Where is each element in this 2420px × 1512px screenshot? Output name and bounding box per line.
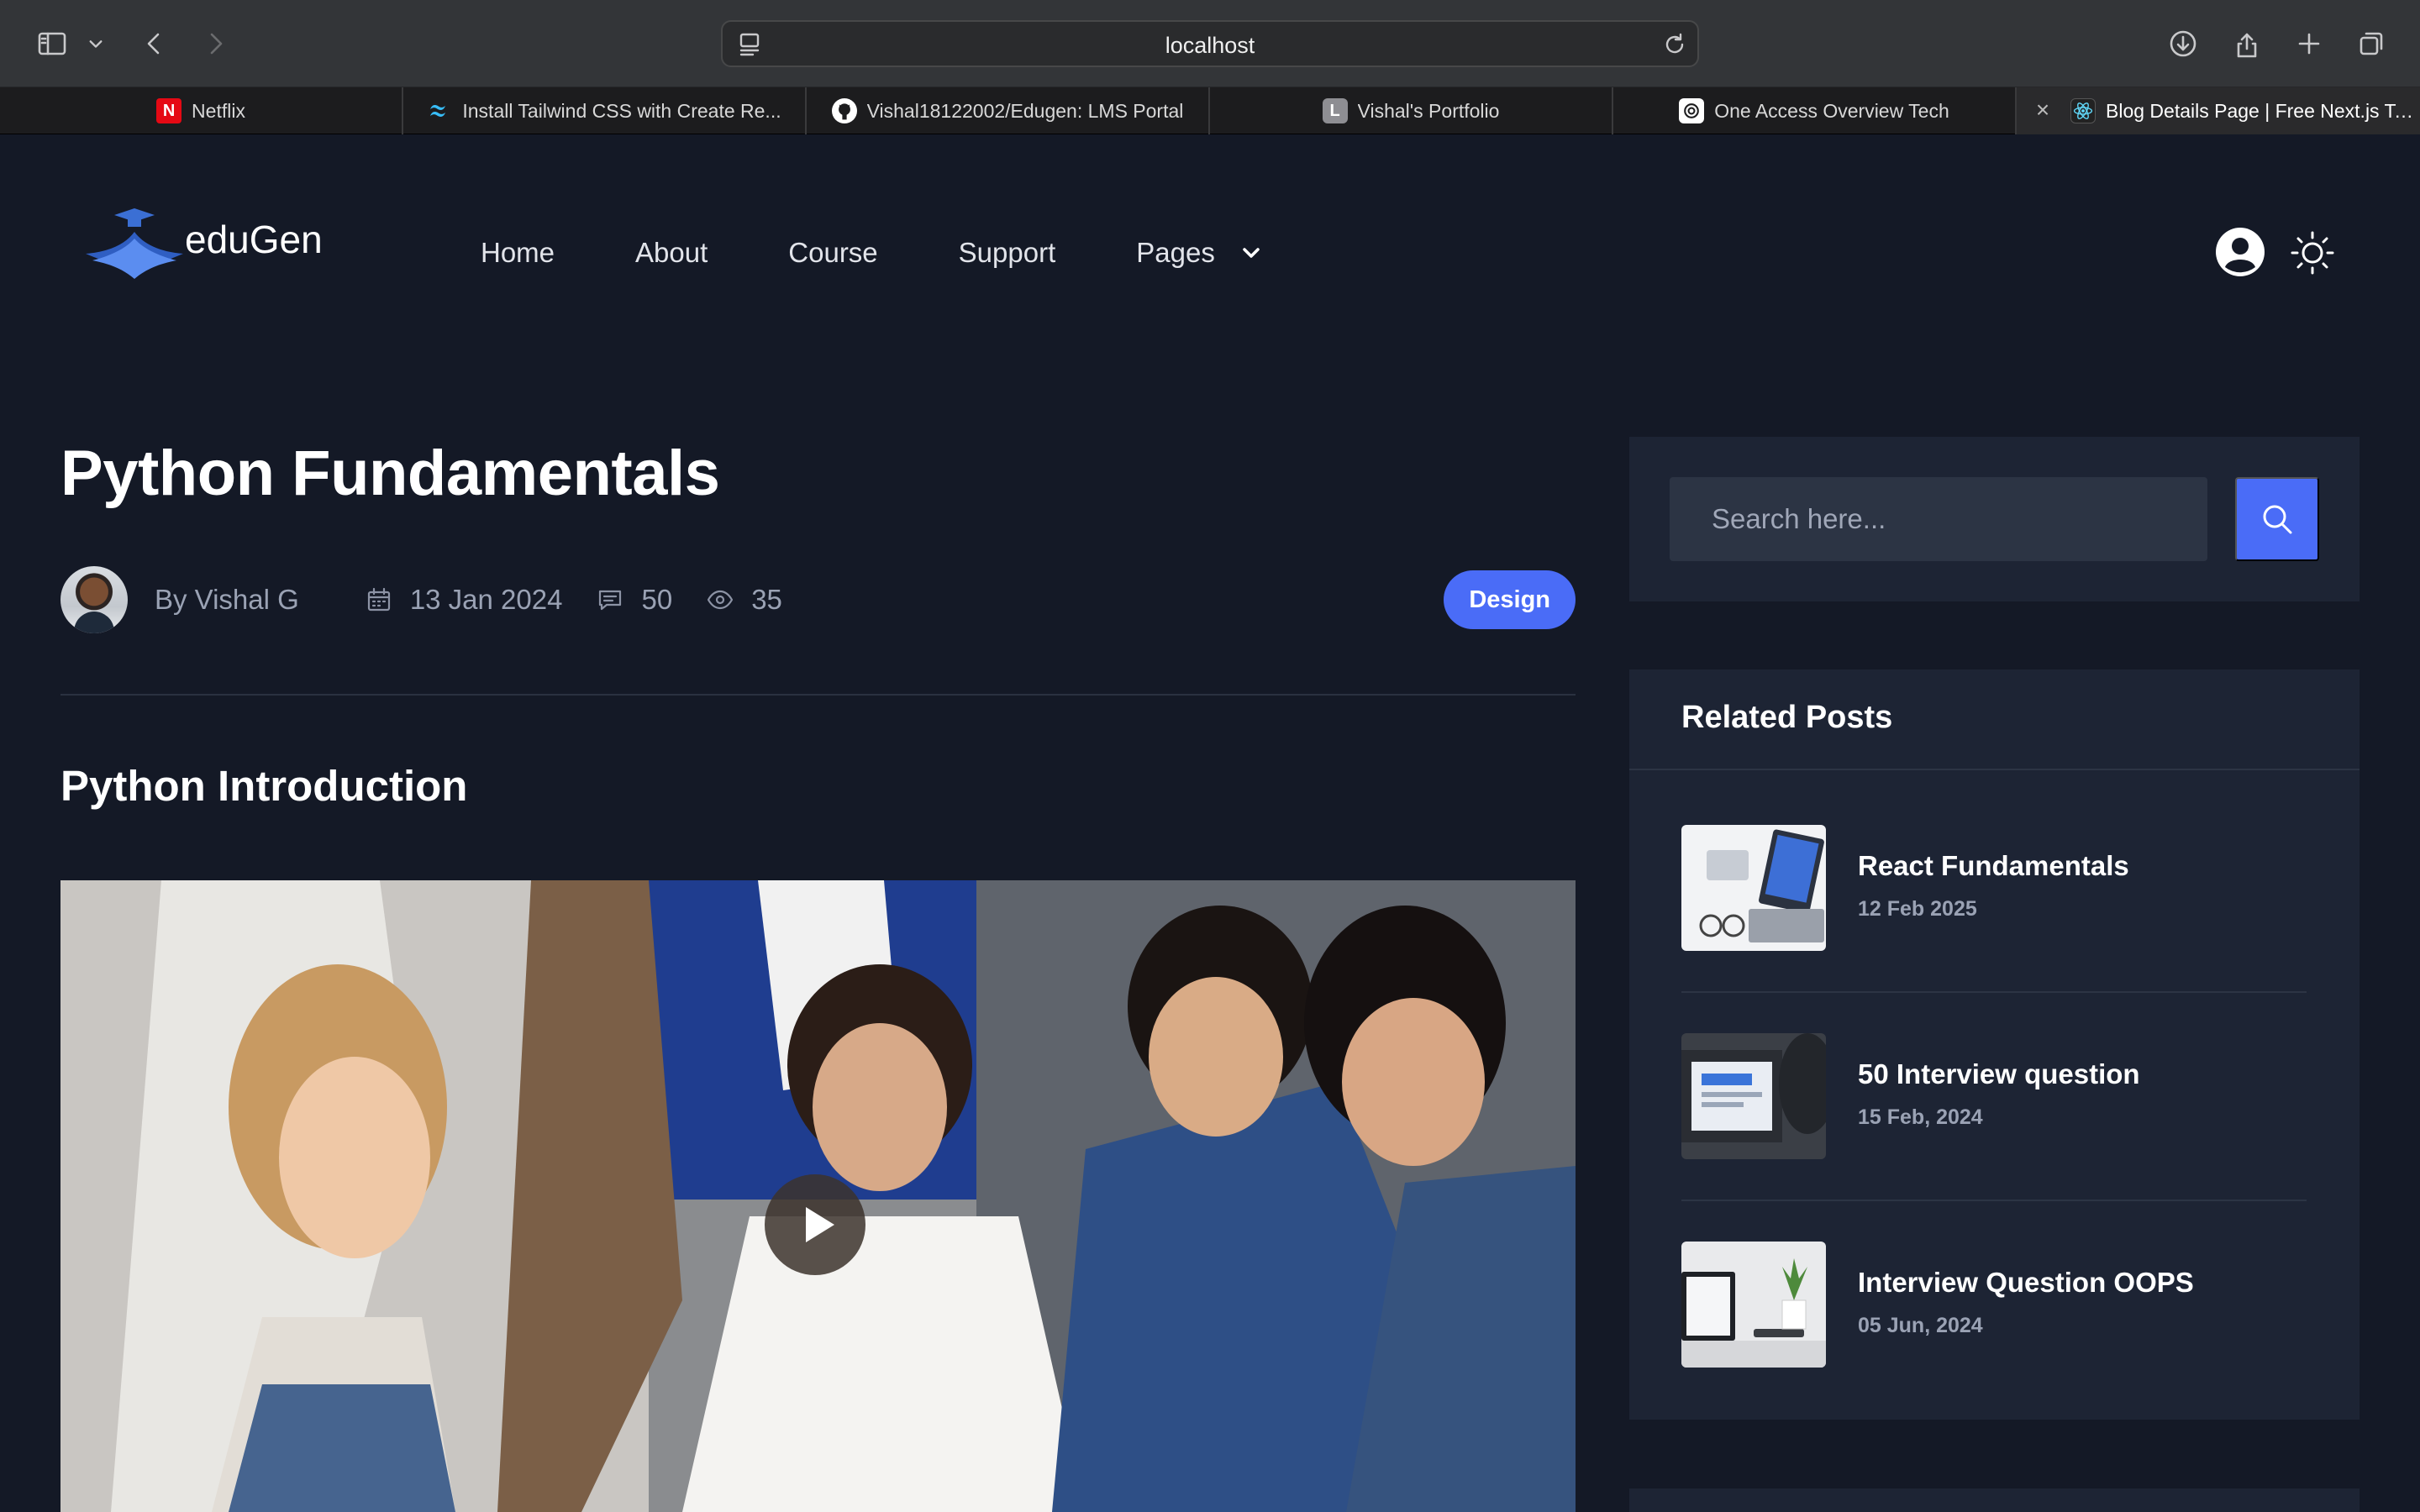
related-post-item[interactable]: Interview Question OOPS 05 Jun, 2024: [1681, 1242, 2307, 1450]
react-icon: [2070, 98, 2096, 123]
new-tab-icon[interactable]: [2291, 25, 2328, 62]
post-title[interactable]: Interview Question OOPS: [1858, 1267, 2194, 1299]
tab-label: Blog Details Page | Free Next.js Te...: [2106, 99, 2420, 122]
comment-icon: [596, 585, 624, 614]
tab-label: Vishal18122002/Edugen: LMS Portal: [866, 99, 1184, 122]
tailwind-icon: [427, 98, 452, 123]
close-tab-icon[interactable]: ×: [2032, 98, 2054, 122]
tab-label: One Access Overview Tech: [1714, 99, 1949, 122]
sidebar-toggle-icon[interactable]: [34, 25, 71, 62]
post-date: 05 Jun, 2024: [1858, 1314, 1983, 1337]
tab-one-access[interactable]: One Access Overview Tech: [1613, 87, 2017, 134]
nav-pages-label: Pages: [1136, 237, 1215, 268]
user-account-icon[interactable]: [2215, 227, 2265, 277]
site-logo[interactable]: eduGen: [76, 202, 323, 286]
eye-icon: [706, 585, 734, 614]
related-posts-title: Related Posts: [1681, 700, 1893, 735]
search-icon: [2263, 505, 2292, 534]
post-title[interactable]: React Fundamentals: [1858, 850, 2129, 882]
nav-pages[interactable]: Pages: [1136, 237, 1264, 269]
browser-toolbar: localhost: [0, 0, 2420, 87]
tab-portfolio[interactable]: L Vishal's Portfolio: [1210, 87, 1613, 134]
related-post-item[interactable]: 50 Interview question 15 Feb, 2024: [1681, 1033, 2307, 1242]
tab-label: Netflix: [192, 99, 245, 122]
post-thumbnail[interactable]: [1681, 825, 1826, 951]
sidebar-search: [1629, 437, 2360, 601]
post-date: 15 Feb, 2024: [1858, 1105, 1983, 1129]
github-icon: [831, 98, 857, 123]
site-header: eduGen Home About Course Support Pages: [0, 134, 2420, 370]
tab-strip: N Netflix Install Tailwind CSS with Crea…: [0, 87, 2420, 134]
address-bar[interactable]: localhost: [721, 20, 1699, 67]
divider: [60, 694, 1576, 696]
share-icon[interactable]: [2228, 25, 2265, 62]
tab-label: Install Tailwind CSS with Create Re...: [462, 99, 781, 122]
tab-tailwind[interactable]: Install Tailwind CSS with Create Re...: [403, 87, 807, 134]
post-title[interactable]: 50 Interview question: [1858, 1058, 2140, 1090]
search-button[interactable]: [2235, 477, 2319, 561]
divider: [1681, 991, 2307, 993]
nav-support[interactable]: Support: [959, 237, 1056, 269]
sidebar-widget: [1629, 1488, 2360, 1512]
logo-book-icon: [86, 208, 183, 279]
divider: [1681, 1200, 2307, 1201]
theme-toggle-sun-icon[interactable]: [2289, 229, 2336, 276]
netflix-icon: N: [156, 98, 182, 123]
back-arrow-icon[interactable]: [136, 25, 173, 62]
letter-l-icon: L: [1322, 98, 1348, 123]
tab-overview-icon[interactable]: [2353, 25, 2390, 62]
download-icon[interactable]: [2165, 25, 2202, 62]
logo-text: eduGen: [185, 218, 323, 261]
related-post-item[interactable]: React Fundamentals 12 Feb 2025: [1681, 825, 2307, 1033]
reload-icon[interactable]: [1660, 30, 1689, 59]
author-avatar[interactable]: [60, 566, 128, 633]
tab-blog-details[interactable]: × Blog Details Page | Free Next.js Te...: [2017, 87, 2420, 134]
category-tag[interactable]: Design: [1444, 570, 1576, 629]
chevron-down-icon: [1239, 240, 1264, 265]
article-meta: By Vishal G 13 Jan 2024 50 35 Design: [60, 566, 1576, 633]
post-date: 12 Feb 2025: [1858, 897, 1977, 921]
post-thumbnail[interactable]: [1681, 1242, 1826, 1368]
main-nav: Home About Course Support Pages: [481, 237, 1344, 269]
view-count: 35: [751, 584, 782, 615]
author-name[interactable]: By Vishal G: [155, 584, 299, 616]
forward-arrow-icon[interactable]: [197, 25, 234, 62]
url-text[interactable]: localhost: [723, 33, 1697, 59]
comment-count: 50: [641, 584, 673, 615]
nav-course[interactable]: Course: [788, 237, 877, 269]
divider: [1629, 769, 2360, 770]
nav-home[interactable]: Home: [481, 237, 555, 269]
section-title: Python Introduction: [60, 762, 468, 810]
openai-icon: [1679, 98, 1705, 123]
play-icon[interactable]: [765, 1174, 865, 1275]
post-thumbnail[interactable]: [1681, 1033, 1826, 1159]
article-date: 13 Jan 2024: [409, 584, 563, 615]
search-input[interactable]: [1670, 477, 2207, 561]
tab-label: Vishal's Portfolio: [1357, 99, 1500, 122]
related-posts: Related Posts React Fundamentals 12 Feb …: [1629, 669, 2360, 1420]
article-title: Python Fundamentals: [60, 438, 720, 509]
article-video[interactable]: [60, 880, 1576, 1512]
chevron-down-icon[interactable]: [81, 25, 111, 62]
nav-about[interactable]: About: [635, 237, 708, 269]
tab-github[interactable]: Vishal18122002/Edugen: LMS Portal: [807, 87, 1210, 134]
calendar-icon: [365, 585, 393, 614]
tab-netflix[interactable]: N Netflix: [0, 87, 403, 134]
